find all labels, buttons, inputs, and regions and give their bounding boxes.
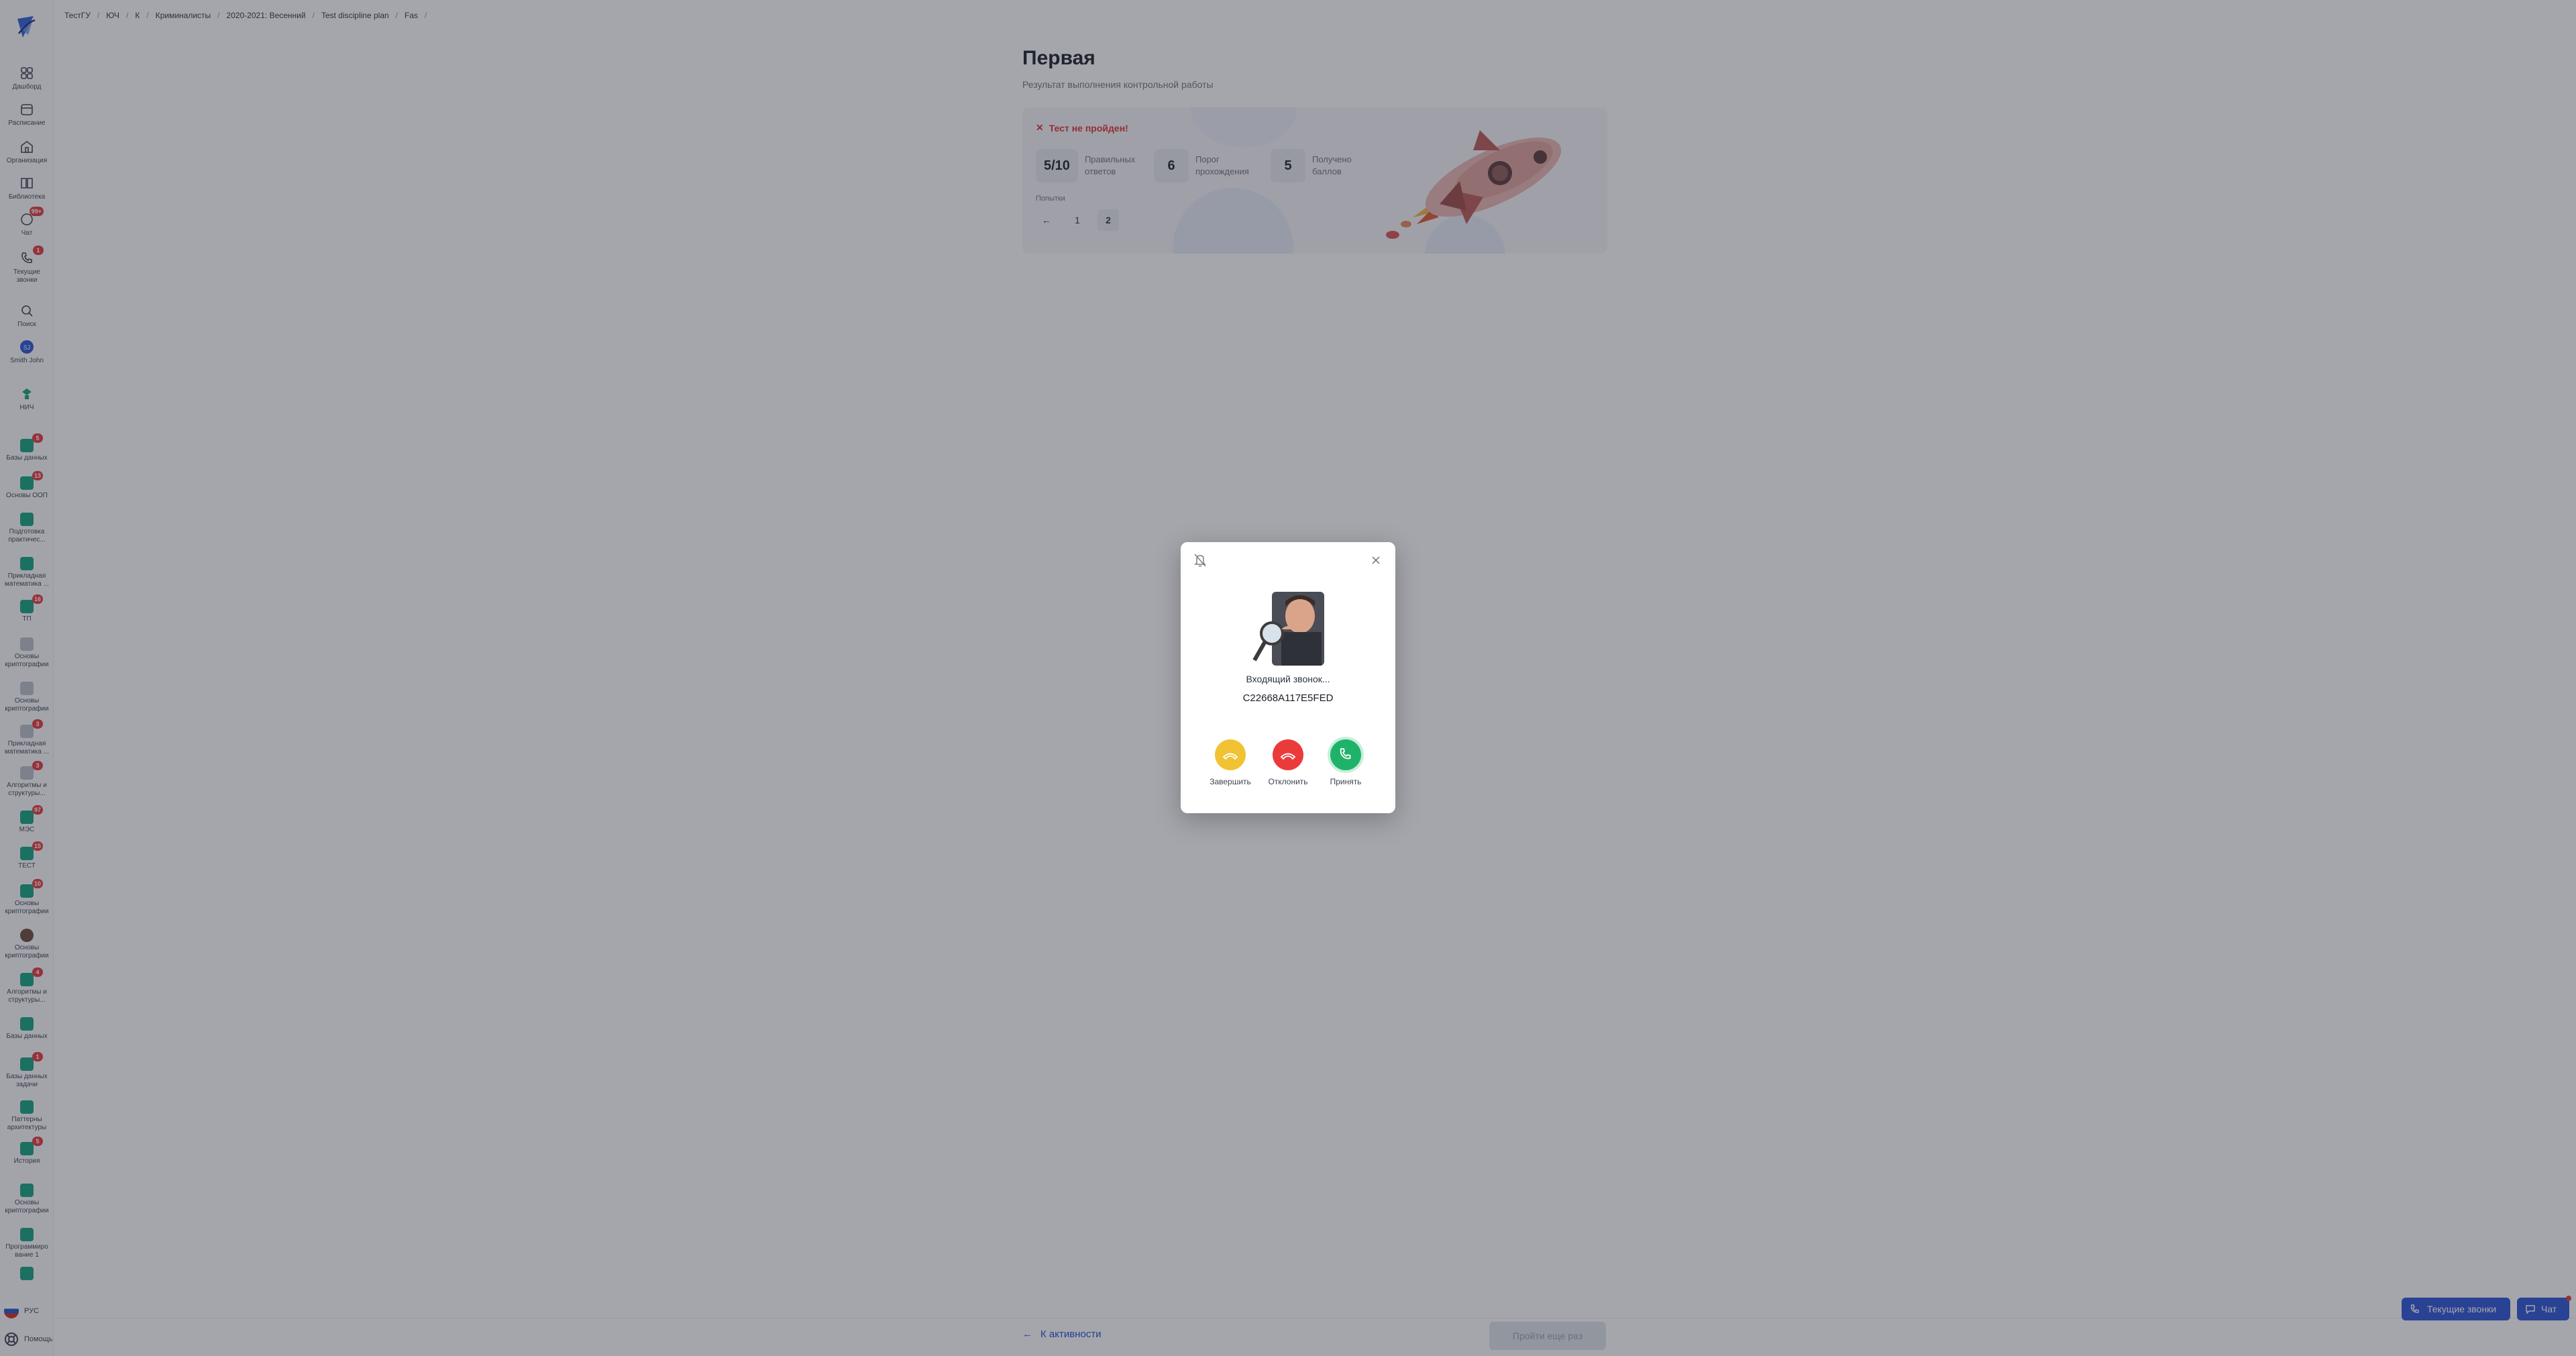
end-call-label: Завершить xyxy=(1210,777,1251,786)
accept-call-label: Принять xyxy=(1330,777,1362,786)
bell-off-icon[interactable] xyxy=(1191,552,1209,569)
call-status-text: Входящий звонок... xyxy=(1246,674,1330,684)
phone-icon xyxy=(1340,748,1351,760)
incoming-call-modal: Входящий звонок... C22668A117E5FED Завер… xyxy=(1181,542,1395,813)
end-call-button[interactable] xyxy=(1215,739,1246,770)
end-call-action[interactable]: Завершить xyxy=(1203,739,1257,786)
caller-id: C22668A117E5FED xyxy=(1242,692,1334,704)
hang-up-icon xyxy=(1280,753,1296,760)
caller-avatar xyxy=(1248,589,1326,668)
accept-call-button[interactable] xyxy=(1330,739,1361,770)
close-icon[interactable] xyxy=(1367,552,1385,569)
hang-up-icon xyxy=(1222,753,1238,760)
accept-call-action[interactable]: Принять xyxy=(1319,739,1373,786)
decline-call-label: Отклонить xyxy=(1268,777,1308,786)
decline-call-action[interactable]: Отклонить xyxy=(1261,739,1315,786)
decline-call-button[interactable] xyxy=(1273,739,1303,770)
